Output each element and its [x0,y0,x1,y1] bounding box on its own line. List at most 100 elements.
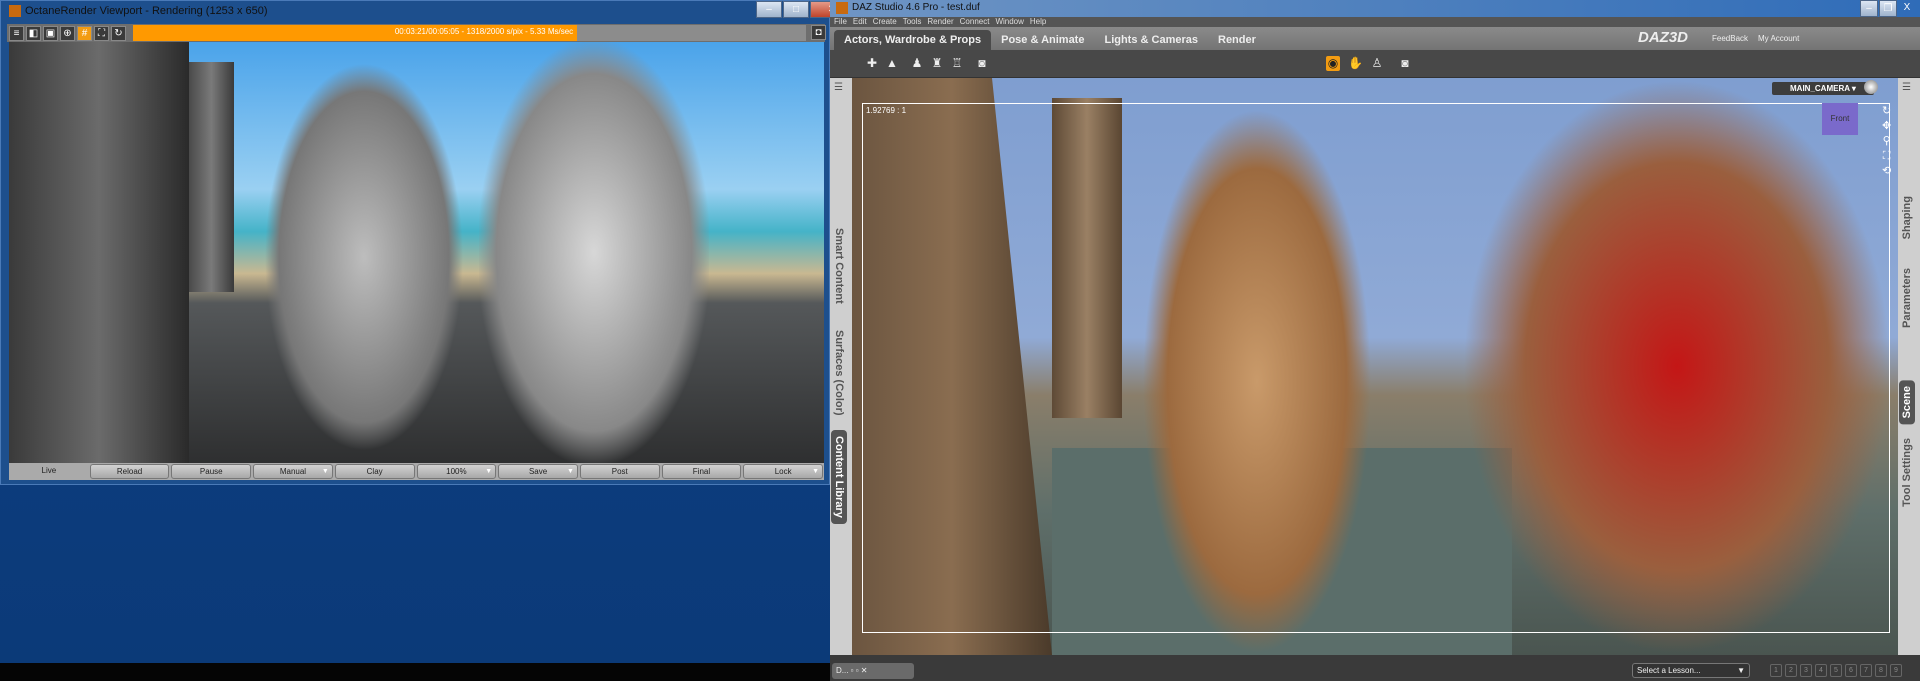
render-settings-icon[interactable]: ◙ [1398,56,1412,71]
lock-dropdown[interactable]: Lock ▼ [743,464,824,479]
minimize-button[interactable]: – [1860,0,1878,17]
window-title: DAZ Studio 4.6 Pro - test.duf [852,2,980,13]
restore-button[interactable]: ❐ [1879,0,1897,17]
app-icon [836,2,848,14]
grid-icon[interactable]: # [77,25,92,41]
left-pane-tabs: ☰ Smart Content Surfaces (Color) Content… [830,78,852,655]
orbit-icon[interactable]: ↻ [1882,104,1891,119]
lesson-step[interactable]: 1 [1770,664,1782,677]
lesson-step[interactable]: 9 [1890,664,1902,677]
live-label: Live [41,466,57,475]
reload-button[interactable]: Reload [89,464,170,479]
octane-button-bar: Live Reload Pause Manual ▼ Clay 100% ▼ Sav… [9,463,824,480]
render-frame [862,103,1890,633]
minimized-pane[interactable]: D... ▫ ▫ ✕ [832,663,914,679]
octane-render-view[interactable] [9,42,824,463]
lesson-step[interactable]: 4 [1815,664,1827,677]
lesson-step[interactable]: 2 [1785,664,1797,677]
room-tabs: Actors, Wardrobe & Props Pose & Animate … [830,27,1920,50]
taskbar [0,663,830,681]
lesson-step[interactable]: 3 [1800,664,1812,677]
navigation-controls: ↻ ✥ ⚲ ⛶ ⟲ [1882,104,1891,179]
scene-icon[interactable]: ▲ [885,56,899,71]
lesson-step[interactable]: 6 [1845,664,1857,677]
zoom-icon[interactable]: ⚲ [1882,134,1891,149]
aspect-ratio-label: 1.92769 : 1 [866,106,907,115]
pane-menu-icon[interactable]: ☰ [1902,82,1911,93]
pause-button[interactable]: Pause [171,464,252,479]
feedback-link[interactable]: FeedBack [1712,34,1748,43]
maximize-button[interactable]: □ [783,1,809,18]
menu-help[interactable]: Help [1030,17,1046,27]
figures-icon[interactable]: ♟ [910,56,924,71]
tab-lights-cameras[interactable]: Lights & Cameras [1094,30,1208,50]
new-figure-icon[interactable]: ✚ [865,56,879,71]
lesson-step[interactable]: 7 [1860,664,1872,677]
pose-tool-icon[interactable]: ♙ [1370,56,1384,71]
tab-pose-animate[interactable]: Pose & Animate [991,30,1094,50]
app-icon [9,5,21,17]
tab-render[interactable]: Render [1208,30,1266,50]
octane-viewport-window: OctaneRender Viewport - Rendering (1253 … [0,0,854,485]
menu-file[interactable]: File [834,17,847,27]
post-button[interactable]: Post [579,464,660,479]
daz-viewport[interactable]: 1.92769 : 1 MAIN_CAMERA ▾ Front ↻ ✥ ⚲ ⛶ ⟲ [852,78,1898,655]
tab-scene[interactable]: Scene [1899,380,1915,425]
my-account-link[interactable]: My Account [1758,34,1799,43]
lesson-step[interactable]: 5 [1830,664,1842,677]
view-cube[interactable]: Front [1822,103,1858,135]
window-title: OctaneRender Viewport - Rendering (1253 … [25,5,268,17]
menu-connect[interactable]: Connect [960,17,990,27]
camera-selector[interactable]: MAIN_CAMERA ▾ [1772,82,1874,95]
refresh-icon[interactable]: ↻ [111,25,126,41]
focus-picker-icon[interactable]: ⊕ [60,25,75,41]
render-progress-bar: 00:03:21/00:05:05 - 1318/2000 s/pix - 5.… [133,25,806,41]
universal-tool-icon[interactable]: ◉ [1326,56,1340,71]
render-icon[interactable]: ◙ [975,56,989,71]
tab-content-library[interactable]: Content Library [831,430,847,524]
camera-snapshot-icon[interactable]: ◘ [811,25,826,40]
tab-parameters[interactable]: Parameters [1901,268,1913,328]
lesson-step[interactable]: 8 [1875,664,1887,677]
menu-render[interactable]: Render [927,17,953,27]
fit-icon[interactable]: ⛶ [94,25,109,41]
pillar [189,62,234,292]
render-target-icon[interactable]: ◧ [26,25,41,41]
menu-icon[interactable]: ≡ [9,25,24,41]
frame-icon[interactable]: ⛶ [1882,149,1891,164]
lesson-dropdown[interactable]: Select a Lesson... ▼ [1632,663,1750,678]
menu-tools[interactable]: Tools [903,17,922,27]
tab-smart-content[interactable]: Smart Content [833,228,845,304]
daz3d-logo: DAZ3D [1638,29,1689,46]
save-dropdown[interactable]: Save ▼ [498,464,578,479]
node-tool-icon[interactable]: ✋ [1348,56,1363,71]
female-figure [264,62,464,452]
props-icon[interactable]: ♖ [950,56,964,71]
clay-button[interactable]: Clay [334,464,415,479]
render-status: 00:03:21/00:05:05 - 1318/2000 s/pix - 5.… [394,27,574,36]
final-button[interactable]: Final [661,464,742,479]
reset-icon[interactable]: ⟲ [1882,164,1891,179]
male-figure [479,42,709,463]
menu-edit[interactable]: Edit [853,17,867,27]
pan-icon[interactable]: ✥ [1882,119,1891,134]
region-icon[interactable]: ▣ [43,25,58,41]
minimize-button[interactable]: – [756,1,782,18]
menu-bar: File Edit Create Tools Render Connect Window He… [830,17,1920,27]
tab-shaping[interactable]: Shaping [1901,196,1913,239]
daz-title-bar: DAZ Studio 4.6 Pro - test.duf [830,0,1920,17]
menu-window[interactable]: Window [995,17,1023,27]
draw-style-icon[interactable] [1864,80,1878,94]
zoom-dropdown[interactable]: 100% ▼ [416,464,497,479]
tab-surfaces[interactable]: Surfaces (Color) [833,330,845,416]
wardrobe-icon[interactable]: ♜ [930,56,944,71]
tab-actors-wardrobe-props[interactable]: Actors, Wardrobe & Props [834,30,992,50]
pane-menu-icon[interactable]: ☰ [834,82,843,93]
close-button[interactable]: X [1898,0,1916,17]
mode-dropdown[interactable]: Manual ▼ [253,464,333,479]
tab-tool-settings[interactable]: Tool Settings [1901,438,1913,507]
right-pane-tabs: ☰ Shaping Parameters Scene Tool Settings [1898,78,1920,655]
menu-create[interactable]: Create [873,17,897,27]
daz-studio-window: DAZ Studio 4.6 Pro - test.duf – ❐ X File Ed… [830,0,1920,681]
daz-bottom-bar: D... ▫ ▫ ✕ Select a Lesson... ▼ 1 2 3 4 5… [830,655,1920,681]
